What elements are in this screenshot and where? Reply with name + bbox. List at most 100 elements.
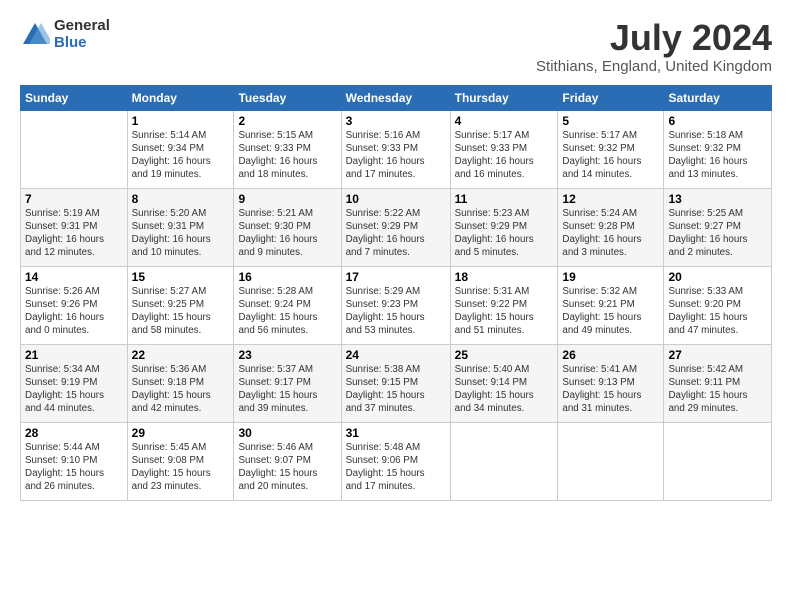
day-number: 6 (668, 114, 767, 128)
day-cell: 4Sunrise: 5:17 AM Sunset: 9:33 PM Daylig… (450, 110, 558, 188)
day-info: Sunrise: 5:21 AM Sunset: 9:30 PM Dayligh… (238, 207, 336, 260)
logo-text: General Blue (54, 18, 110, 51)
day-cell: 16Sunrise: 5:28 AM Sunset: 9:24 PM Dayli… (234, 266, 341, 344)
day-cell: 10Sunrise: 5:22 AM Sunset: 9:29 PM Dayli… (341, 188, 450, 266)
day-info: Sunrise: 5:44 AM Sunset: 9:10 PM Dayligh… (25, 441, 123, 494)
day-info: Sunrise: 5:17 AM Sunset: 9:32 PM Dayligh… (562, 129, 659, 182)
day-cell (450, 422, 558, 500)
day-number: 19 (562, 270, 659, 284)
day-info: Sunrise: 5:31 AM Sunset: 9:22 PM Dayligh… (455, 285, 554, 338)
day-number: 12 (562, 192, 659, 206)
day-number: 15 (132, 270, 230, 284)
col-friday: Friday (558, 85, 664, 110)
day-info: Sunrise: 5:14 AM Sunset: 9:34 PM Dayligh… (132, 129, 230, 182)
day-cell: 2Sunrise: 5:15 AM Sunset: 9:33 PM Daylig… (234, 110, 341, 188)
month-title: July 2024 (536, 18, 772, 58)
day-cell: 15Sunrise: 5:27 AM Sunset: 9:25 PM Dayli… (127, 266, 234, 344)
day-number: 13 (668, 192, 767, 206)
day-cell: 20Sunrise: 5:33 AM Sunset: 9:20 PM Dayli… (664, 266, 772, 344)
day-cell: 23Sunrise: 5:37 AM Sunset: 9:17 PM Dayli… (234, 344, 341, 422)
col-wednesday: Wednesday (341, 85, 450, 110)
day-number: 3 (346, 114, 446, 128)
day-cell: 3Sunrise: 5:16 AM Sunset: 9:33 PM Daylig… (341, 110, 450, 188)
day-info: Sunrise: 5:24 AM Sunset: 9:28 PM Dayligh… (562, 207, 659, 260)
day-cell: 18Sunrise: 5:31 AM Sunset: 9:22 PM Dayli… (450, 266, 558, 344)
day-number: 11 (455, 192, 554, 206)
day-cell: 8Sunrise: 5:20 AM Sunset: 9:31 PM Daylig… (127, 188, 234, 266)
day-cell: 12Sunrise: 5:24 AM Sunset: 9:28 PM Dayli… (558, 188, 664, 266)
col-tuesday: Tuesday (234, 85, 341, 110)
day-number: 7 (25, 192, 123, 206)
logo-general: General (54, 18, 110, 35)
day-cell: 21Sunrise: 5:34 AM Sunset: 9:19 PM Dayli… (21, 344, 128, 422)
day-info: Sunrise: 5:17 AM Sunset: 9:33 PM Dayligh… (455, 129, 554, 182)
day-cell (664, 422, 772, 500)
day-cell: 24Sunrise: 5:38 AM Sunset: 9:15 PM Dayli… (341, 344, 450, 422)
day-info: Sunrise: 5:27 AM Sunset: 9:25 PM Dayligh… (132, 285, 230, 338)
day-cell: 31Sunrise: 5:48 AM Sunset: 9:06 PM Dayli… (341, 422, 450, 500)
day-number: 28 (25, 426, 123, 440)
day-info: Sunrise: 5:20 AM Sunset: 9:31 PM Dayligh… (132, 207, 230, 260)
day-info: Sunrise: 5:15 AM Sunset: 9:33 PM Dayligh… (238, 129, 336, 182)
day-number: 18 (455, 270, 554, 284)
day-number: 30 (238, 426, 336, 440)
day-cell: 14Sunrise: 5:26 AM Sunset: 9:26 PM Dayli… (21, 266, 128, 344)
day-number: 29 (132, 426, 230, 440)
day-number: 21 (25, 348, 123, 362)
title-block: July 2024 Stithians, England, United Kin… (536, 18, 772, 75)
day-number: 1 (132, 114, 230, 128)
day-info: Sunrise: 5:18 AM Sunset: 9:32 PM Dayligh… (668, 129, 767, 182)
day-number: 25 (455, 348, 554, 362)
day-info: Sunrise: 5:46 AM Sunset: 9:07 PM Dayligh… (238, 441, 336, 494)
col-saturday: Saturday (664, 85, 772, 110)
day-number: 2 (238, 114, 336, 128)
col-sunday: Sunday (21, 85, 128, 110)
day-info: Sunrise: 5:25 AM Sunset: 9:27 PM Dayligh… (668, 207, 767, 260)
day-cell: 29Sunrise: 5:45 AM Sunset: 9:08 PM Dayli… (127, 422, 234, 500)
day-cell: 22Sunrise: 5:36 AM Sunset: 9:18 PM Dayli… (127, 344, 234, 422)
col-thursday: Thursday (450, 85, 558, 110)
day-number: 24 (346, 348, 446, 362)
day-number: 9 (238, 192, 336, 206)
day-info: Sunrise: 5:37 AM Sunset: 9:17 PM Dayligh… (238, 363, 336, 416)
week-row-5: 28Sunrise: 5:44 AM Sunset: 9:10 PM Dayli… (21, 422, 772, 500)
day-info: Sunrise: 5:40 AM Sunset: 9:14 PM Dayligh… (455, 363, 554, 416)
day-cell: 11Sunrise: 5:23 AM Sunset: 9:29 PM Dayli… (450, 188, 558, 266)
week-row-4: 21Sunrise: 5:34 AM Sunset: 9:19 PM Dayli… (21, 344, 772, 422)
day-cell: 9Sunrise: 5:21 AM Sunset: 9:30 PM Daylig… (234, 188, 341, 266)
week-row-2: 7Sunrise: 5:19 AM Sunset: 9:31 PM Daylig… (21, 188, 772, 266)
day-cell (558, 422, 664, 500)
calendar-table: Sunday Monday Tuesday Wednesday Thursday… (20, 85, 772, 501)
day-number: 8 (132, 192, 230, 206)
day-cell: 27Sunrise: 5:42 AM Sunset: 9:11 PM Dayli… (664, 344, 772, 422)
day-cell: 17Sunrise: 5:29 AM Sunset: 9:23 PM Dayli… (341, 266, 450, 344)
day-cell: 1Sunrise: 5:14 AM Sunset: 9:34 PM Daylig… (127, 110, 234, 188)
day-cell: 6Sunrise: 5:18 AM Sunset: 9:32 PM Daylig… (664, 110, 772, 188)
day-info: Sunrise: 5:45 AM Sunset: 9:08 PM Dayligh… (132, 441, 230, 494)
page: General Blue July 2024 Stithians, Englan… (0, 0, 792, 511)
logo-blue: Blue (54, 35, 110, 52)
day-number: 5 (562, 114, 659, 128)
day-info: Sunrise: 5:29 AM Sunset: 9:23 PM Dayligh… (346, 285, 446, 338)
day-info: Sunrise: 5:48 AM Sunset: 9:06 PM Dayligh… (346, 441, 446, 494)
day-number: 26 (562, 348, 659, 362)
day-number: 31 (346, 426, 446, 440)
day-info: Sunrise: 5:33 AM Sunset: 9:20 PM Dayligh… (668, 285, 767, 338)
day-number: 20 (668, 270, 767, 284)
day-cell: 5Sunrise: 5:17 AM Sunset: 9:32 PM Daylig… (558, 110, 664, 188)
day-info: Sunrise: 5:36 AM Sunset: 9:18 PM Dayligh… (132, 363, 230, 416)
day-number: 14 (25, 270, 123, 284)
day-cell (21, 110, 128, 188)
day-number: 23 (238, 348, 336, 362)
day-number: 17 (346, 270, 446, 284)
day-number: 10 (346, 192, 446, 206)
col-monday: Monday (127, 85, 234, 110)
day-cell: 30Sunrise: 5:46 AM Sunset: 9:07 PM Dayli… (234, 422, 341, 500)
day-info: Sunrise: 5:23 AM Sunset: 9:29 PM Dayligh… (455, 207, 554, 260)
day-info: Sunrise: 5:32 AM Sunset: 9:21 PM Dayligh… (562, 285, 659, 338)
day-info: Sunrise: 5:28 AM Sunset: 9:24 PM Dayligh… (238, 285, 336, 338)
header-row: Sunday Monday Tuesday Wednesday Thursday… (21, 85, 772, 110)
day-info: Sunrise: 5:34 AM Sunset: 9:19 PM Dayligh… (25, 363, 123, 416)
logo: General Blue (20, 18, 110, 51)
day-info: Sunrise: 5:19 AM Sunset: 9:31 PM Dayligh… (25, 207, 123, 260)
